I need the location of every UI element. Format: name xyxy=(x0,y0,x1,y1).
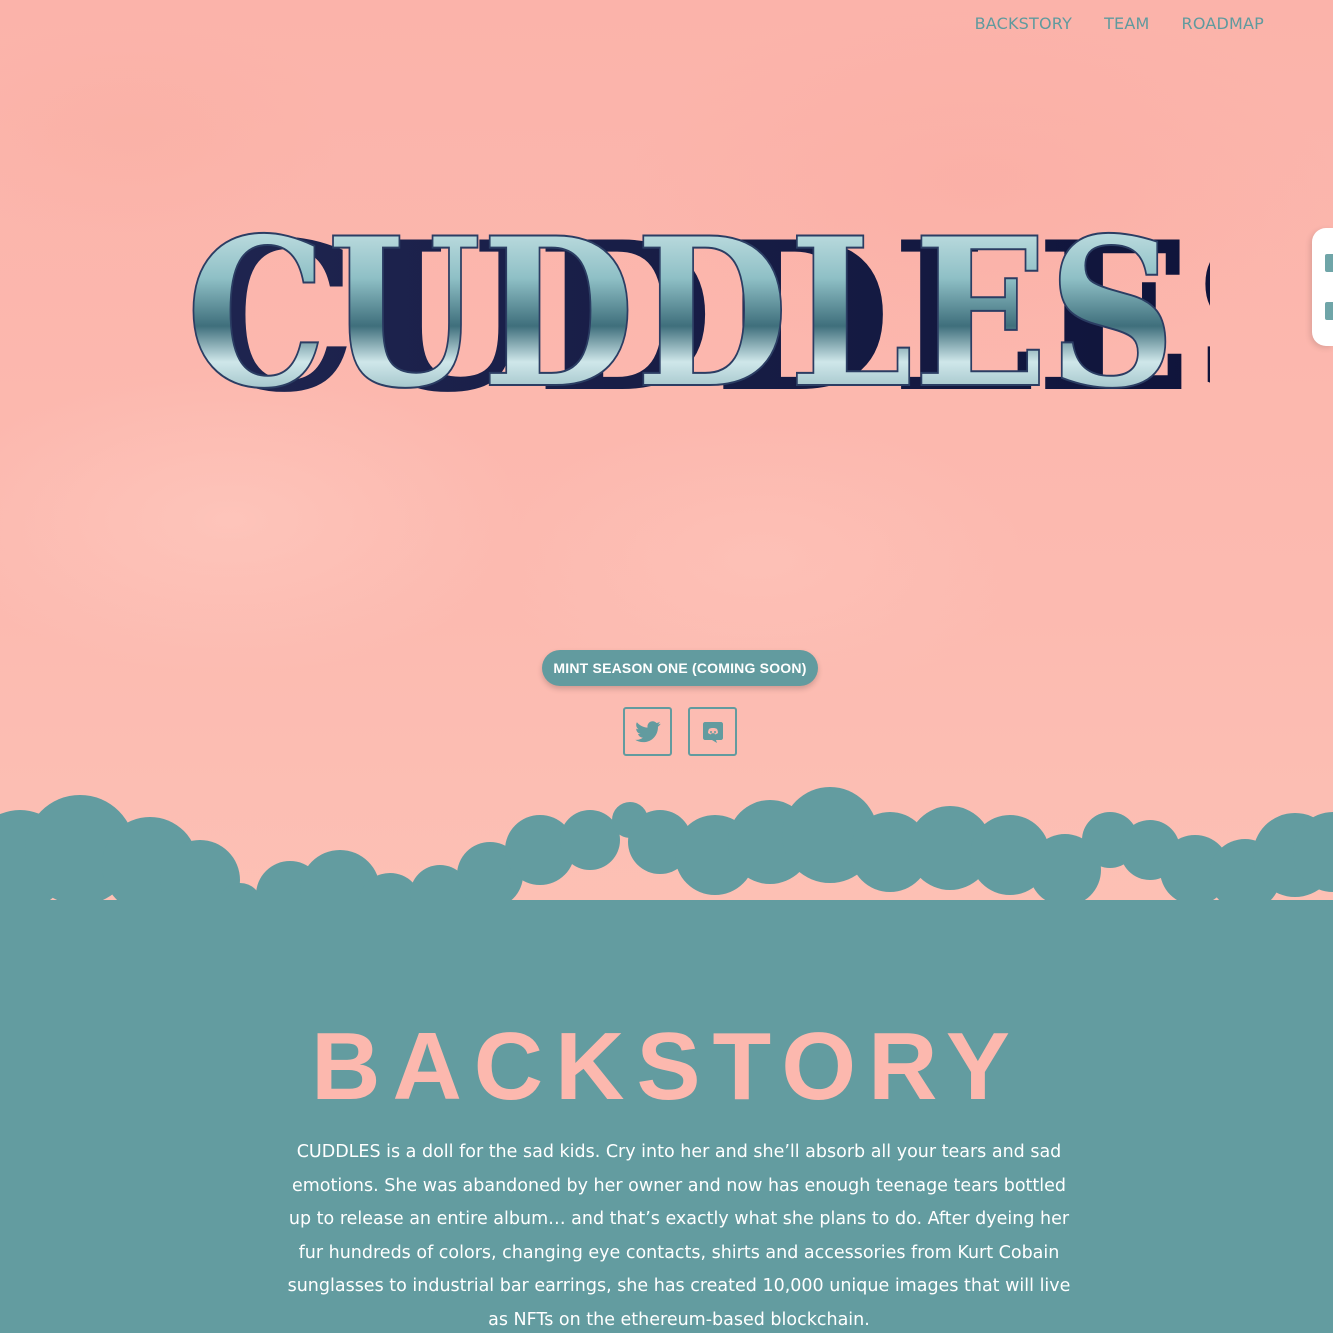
twitter-button[interactable] xyxy=(623,707,672,756)
nav-roadmap[interactable]: ROADMAP xyxy=(1182,14,1265,33)
backstory-title: BACKSTORY xyxy=(311,1013,1022,1120)
twitter-icon[interactable] xyxy=(1325,254,1333,272)
twitter-icon xyxy=(634,720,661,742)
floating-social-tab[interactable] xyxy=(1312,228,1333,346)
backstory-body: CUDDLES is a doll for the sad kids. Cry … xyxy=(287,1142,1071,1330)
cuddles-logo: CUDDLES CUDDLES xyxy=(185,193,1210,410)
top-nav: BACKSTORY TEAM ROADMAP xyxy=(975,14,1264,33)
discord-icon xyxy=(702,721,723,743)
nav-backstory[interactable]: BACKSTORY xyxy=(975,14,1073,33)
discord-button[interactable] xyxy=(688,707,737,756)
nav-team[interactable]: TEAM xyxy=(1104,14,1149,33)
mint-button[interactable]: MINT SEASON ONE (COMING SOON) xyxy=(542,650,818,686)
discord-icon[interactable] xyxy=(1325,302,1333,320)
logo-text: CUDDLES xyxy=(186,194,1176,410)
